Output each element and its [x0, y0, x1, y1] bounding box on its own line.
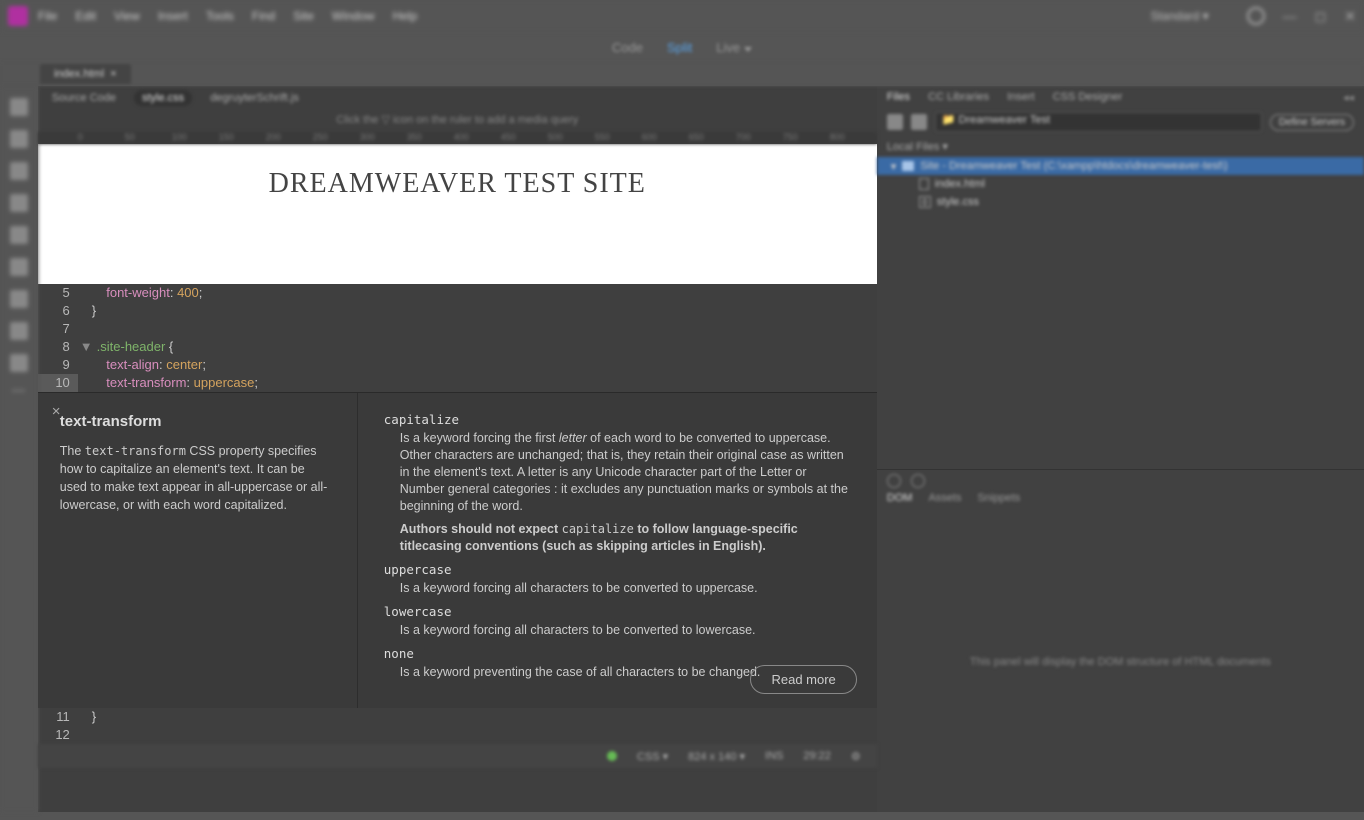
tool-icon[interactable]: [10, 258, 28, 276]
minimize-button[interactable]: —: [1283, 8, 1297, 24]
quick-docs-popup: × text-transform The text-transform CSS …: [38, 392, 877, 708]
code-editor[interactable]: 5 font-weight: 400; 6} 7 8▼.site-header …: [38, 284, 877, 392]
live-preview[interactable]: DREAMWEAVER TEST SITE: [38, 144, 877, 284]
tool-icon[interactable]: [10, 162, 28, 180]
doc-description: The text-transform CSS property specifie…: [60, 442, 335, 514]
menu-window[interactable]: Window: [332, 9, 375, 23]
close-button[interactable]: ✕: [1344, 8, 1356, 25]
close-icon[interactable]: ×: [52, 403, 61, 420]
doc-keyword: none: [384, 645, 851, 662]
status-bar: CSS ▾ 824 x 140 ▾ INS 29:22 ⚙: [38, 744, 877, 768]
code-editor[interactable]: 11} 12: [38, 708, 877, 744]
ruler[interactable]: 0501001502002503003504004505005506006507…: [38, 132, 877, 144]
left-toolbar: •••: [0, 86, 38, 812]
sync-icon[interactable]: [1247, 7, 1265, 25]
src-style-css[interactable]: style.css: [134, 90, 192, 106]
tool-icon[interactable]: [10, 194, 28, 212]
menu-file[interactable]: File: [38, 9, 57, 23]
view-tab-split[interactable]: Split: [667, 40, 692, 55]
tool-icon[interactable]: [10, 130, 28, 148]
app-logo-icon: [8, 6, 28, 26]
read-more-button[interactable]: Read more: [750, 665, 856, 694]
collapse-icon[interactable]: ◂◂: [1343, 91, 1354, 104]
css-file-icon: {}: [919, 196, 931, 208]
tool-icon[interactable]: [10, 322, 28, 340]
ftp-icon[interactable]: [887, 114, 903, 130]
snippets-tab[interactable]: Snippets: [977, 492, 1020, 512]
status-settings-icon[interactable]: ⚙: [851, 750, 861, 763]
status-dot-icon: [607, 751, 617, 761]
maximize-button[interactable]: ◻: [1315, 8, 1327, 25]
doc-keyword: lowercase: [384, 603, 851, 620]
view-tab-code[interactable]: Code: [612, 40, 643, 55]
doc-definition: Authors should not expect capitalize to …: [400, 521, 851, 555]
chevron-down-icon: [744, 47, 752, 52]
file-tree[interactable]: ▾ Site - Dreamweaver Test (C:\xampp\htdo…: [877, 157, 1364, 211]
doc-keyword: uppercase: [384, 561, 851, 578]
doc-definition: Is a keyword forcing all characters to b…: [400, 622, 851, 639]
src-other[interactable]: degruyterSchrift.js: [210, 92, 299, 104]
html-file-icon: [919, 178, 929, 190]
folder-icon: [902, 161, 914, 171]
status-dimensions[interactable]: 824 x 140 ▾: [688, 750, 745, 763]
refresh-icon[interactable]: [887, 474, 901, 488]
titlebar: File Edit View Insert Tools Find Site Wi…: [0, 0, 1364, 32]
tree-file[interactable]: {} style.css: [877, 193, 1364, 211]
menu-edit[interactable]: Edit: [75, 9, 96, 23]
right-panel: Files CC Libraries Insert CSS Designer ◂…: [877, 86, 1364, 812]
dom-panel: DOM Assets Snippets This panel will disp…: [877, 469, 1364, 812]
source-bar: Source Code style.css degruyterSchrift.j…: [38, 86, 877, 110]
menu-insert[interactable]: Insert: [158, 9, 188, 23]
menu-tools[interactable]: Tools: [206, 9, 234, 23]
assets-tab[interactable]: Assets: [928, 492, 961, 512]
more-icon[interactable]: •••: [12, 386, 26, 397]
view-mode-tabs: Code Split Live: [0, 32, 1364, 62]
doc-keyword: capitalize: [384, 411, 851, 428]
preview-heading: DREAMWEAVER TEST SITE: [269, 168, 646, 200]
media-query-hint: Click the ▽ icon on the ruler to add a m…: [38, 110, 877, 132]
panel-tab-insert[interactable]: Insert: [1007, 91, 1035, 103]
workspace-switcher[interactable]: Standard ▾: [1151, 9, 1209, 23]
src-source-code[interactable]: Source Code: [52, 92, 116, 104]
menu-help[interactable]: Help: [393, 9, 418, 23]
panel-tab-files[interactable]: Files: [887, 91, 910, 103]
doc-definition: Is a keyword forcing the first letter of…: [400, 430, 851, 515]
tree-file[interactable]: index.html: [877, 175, 1364, 193]
sync-icon[interactable]: [911, 114, 927, 130]
tool-icon[interactable]: [10, 98, 28, 116]
doc-tab-index[interactable]: index.html ×: [40, 64, 131, 84]
tree-root[interactable]: ▾ Site - Dreamweaver Test (C:\xampp\htdo…: [877, 157, 1364, 175]
define-servers-button[interactable]: Define Servers: [1270, 114, 1354, 131]
menu-site[interactable]: Site: [293, 9, 314, 23]
tool-icon[interactable]: [10, 354, 28, 372]
panel-tab-cc[interactable]: CC Libraries: [928, 91, 989, 103]
tool-icon[interactable]: [10, 290, 28, 308]
document-tabs: index.html ×: [0, 62, 1364, 86]
status-insert-mode: INS: [765, 750, 783, 762]
site-dropdown[interactable]: 📁 Dreamweaver Test: [935, 112, 1262, 132]
doc-title: text-transform: [60, 413, 335, 430]
status-language[interactable]: CSS ▾: [637, 750, 668, 763]
local-files-label: Local Files ▾: [877, 136, 1364, 157]
view-tab-live[interactable]: Live: [716, 40, 752, 55]
status-time: 29:22: [803, 750, 831, 762]
dom-tab[interactable]: DOM: [887, 492, 913, 512]
menu-find[interactable]: Find: [252, 9, 275, 23]
doc-definition: Is a keyword forcing all characters to b…: [400, 580, 851, 597]
menu-view[interactable]: View: [114, 9, 140, 23]
panel-tab-css[interactable]: CSS Designer: [1053, 91, 1123, 103]
main-menu: File Edit View Insert Tools Find Site Wi…: [38, 9, 417, 23]
tool-icon[interactable]: [10, 226, 28, 244]
dom-panel-body: This panel will display the DOM structur…: [877, 512, 1364, 812]
link-icon[interactable]: [911, 474, 925, 488]
